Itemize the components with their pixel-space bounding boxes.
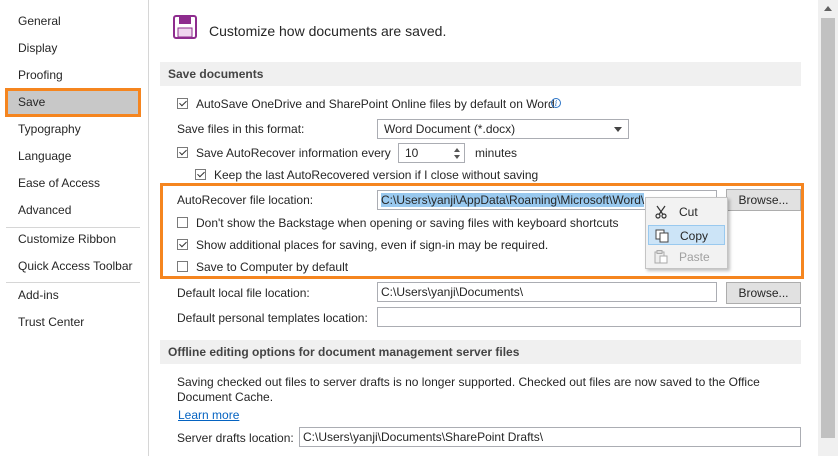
info-icon[interactable]: i [551,98,561,108]
autorecover-checkbox[interactable] [177,147,188,158]
spin-down-icon[interactable] [454,155,460,159]
save-to-computer-label: Save to Computer by default [196,260,349,274]
personal-templates-label: Default personal templates location: [177,311,368,325]
default-local-label: Default local file location: [177,286,310,300]
sidebar-item-advanced[interactable]: Advanced [6,197,140,223]
autorecover-label: Save AutoRecover information every [196,146,391,160]
sidebar-item-display[interactable]: Display [6,35,140,61]
save-floppy-icon [173,15,197,39]
save-to-computer-checkbox[interactable] [177,261,188,272]
chevron-down-icon [614,127,622,132]
menu-label-paste: Paste [679,250,710,264]
copy-icon [655,229,669,243]
menu-item-paste[interactable]: Paste [648,247,725,267]
browse-default-local-button[interactable]: Browse... [726,282,801,304]
scroll-thumb[interactable] [821,18,835,438]
learn-more-link[interactable]: Learn more [178,408,239,422]
menu-label-copy: Copy [680,229,709,243]
paste-icon [654,250,668,264]
server-drafts-label: Server drafts location: [177,431,294,445]
browse-autorecover-button[interactable]: Browse... [726,189,801,211]
autorecover-location-label: AutoRecover file location: [177,193,314,207]
personal-templates-input[interactable] [377,307,801,327]
format-dropdown-value: Word Document (*.docx) [384,122,516,136]
autorecover-minutes-value: 10 [405,146,419,160]
sidebar-item-trust-center[interactable]: Trust Center [6,309,140,335]
menu-item-cut[interactable]: Cut [648,202,725,222]
autosave-checkbox[interactable] [177,98,188,109]
section-offline-editing: Offline editing options for document man… [160,340,801,364]
sidebar-item-typography[interactable]: Typography [6,116,140,142]
spin-up-icon[interactable] [454,148,460,152]
default-local-input[interactable]: C:\Users\yanji\Documents\ [377,282,717,302]
sidebar-item-language[interactable]: Language [6,143,140,169]
additional-places-label: Show additional places for saving, even … [196,238,549,252]
section-save-documents: Save documents [160,62,801,86]
backstage-checkbox[interactable] [177,217,188,228]
scissors-icon [655,205,667,219]
sidebar-item-proofing[interactable]: Proofing [6,62,140,88]
context-menu: Cut Copy Paste [645,197,728,269]
sidebar-item-general[interactable]: General [6,8,140,34]
vertical-scrollbar[interactable] [818,0,838,456]
sidebar-item-quick-access-toolbar[interactable]: Quick Access Toolbar [6,253,140,279]
server-drafts-input[interactable]: C:\Users\yanji\Documents\SharePoint Draf… [299,427,801,447]
autorecover-minutes-spinner[interactable]: 10 [398,143,465,163]
format-label: Save files in this format: [177,122,305,136]
autorecover-location-value: C:\Users\yanji\AppData\Roaming\Microsoft… [381,193,645,207]
save-highlight-box [5,88,141,117]
sidebar-item-add-ins[interactable]: Add-ins [6,282,140,308]
scroll-up-icon[interactable] [824,6,832,11]
backstage-label: Don't show the Backstage when opening or… [196,216,619,230]
additional-places-checkbox[interactable] [177,239,188,250]
options-sidebar: General Display Proofing Save Typography… [0,0,149,456]
menu-label-cut: Cut [679,205,698,219]
menu-item-copy[interactable]: Copy [648,225,725,245]
keep-last-checkbox[interactable] [195,169,206,180]
minutes-label: minutes [475,146,518,160]
sidebar-item-ease-of-access[interactable]: Ease of Access [6,170,140,196]
format-dropdown[interactable]: Word Document (*.docx) [377,119,629,139]
page-title: Customize how documents are saved. [209,23,447,39]
keep-last-label: Keep the last AutoRecovered version if I… [214,168,539,182]
offline-notice: Saving checked out files to server draft… [177,375,760,404]
autosave-label: AutoSave OneDrive and SharePoint Online … [196,97,555,111]
sidebar-item-customize-ribbon[interactable]: Customize Ribbon [6,226,140,252]
